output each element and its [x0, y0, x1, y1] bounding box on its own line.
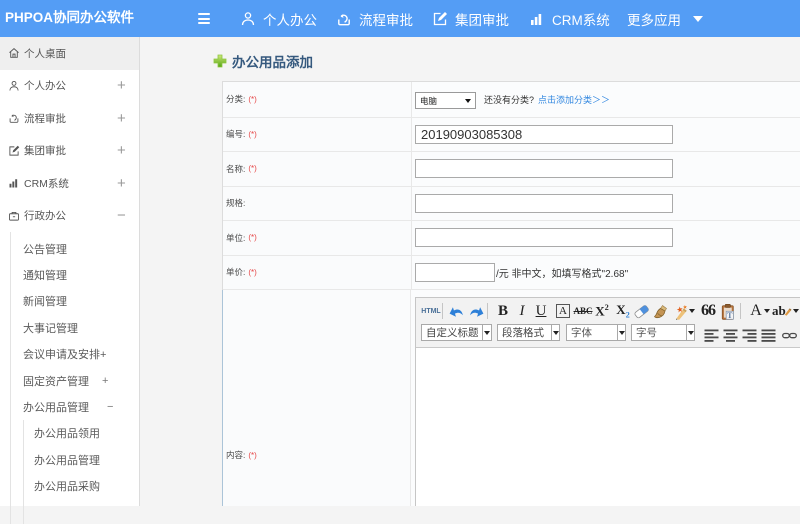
- svg-text:T: T: [727, 310, 733, 319]
